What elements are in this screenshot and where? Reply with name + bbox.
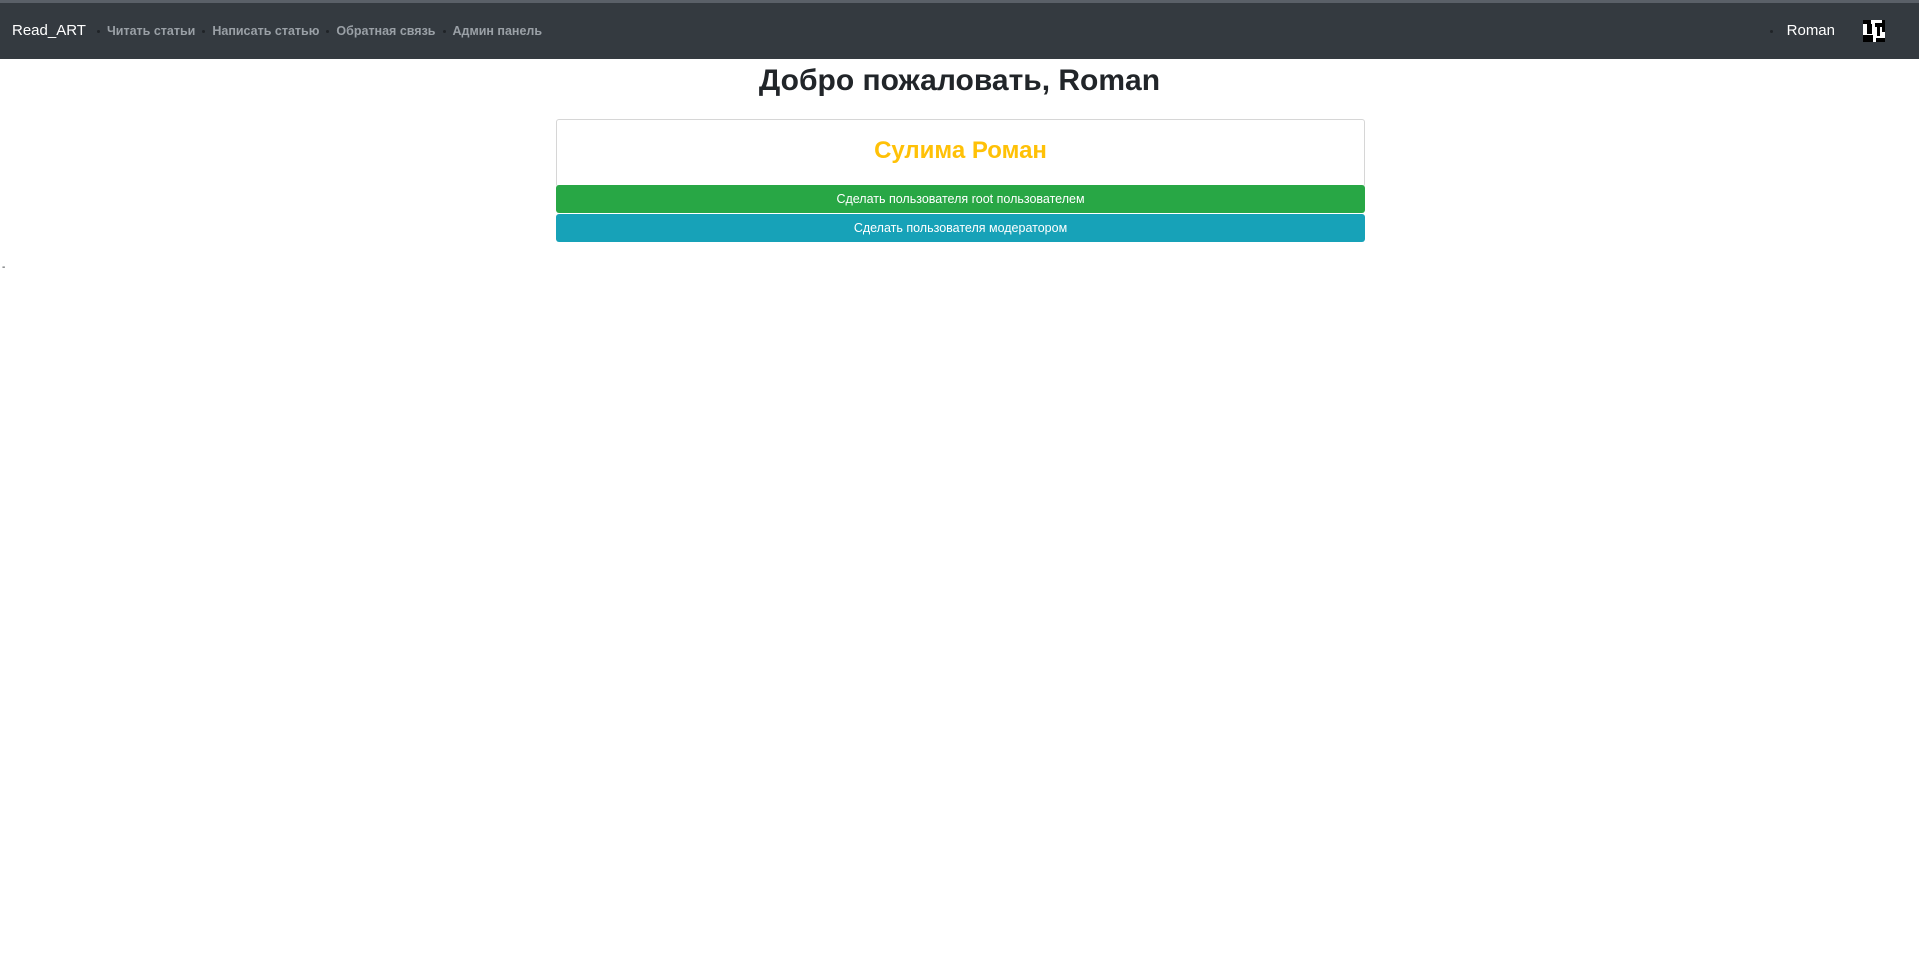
- avatar[interactable]: [1863, 20, 1885, 42]
- page-title: Добро пожаловать, Roman: [758, 64, 1161, 97]
- nav-link-feedback[interactable]: Обратная связь: [336, 23, 435, 39]
- profile-name: Сулима Роман: [874, 137, 1047, 164]
- make-moderator-button[interactable]: Сделать пользователя модератором: [556, 214, 1365, 242]
- nav-separator: [202, 29, 206, 33]
- brand-link[interactable]: Read_ART: [12, 22, 86, 40]
- nav-link-admin-panel[interactable]: Админ панель: [453, 23, 543, 39]
- nav-separator: [326, 29, 330, 33]
- user-name-link[interactable]: Roman: [1787, 21, 1835, 41]
- nav-link-read-articles[interactable]: Читать статьи: [107, 23, 195, 39]
- nav-separator: [1769, 29, 1773, 33]
- stray-mark: -: [2, 262, 6, 273]
- nav-links: Читать статьи Написать статью Обратная с…: [90, 23, 542, 39]
- top-navbar: Read_ART Читать статьи Написать статью О…: [0, 0, 1919, 59]
- nav-link-write-article[interactable]: Написать статью: [212, 23, 319, 39]
- user-menu: Roman: [1763, 20, 1885, 42]
- nav-separator: [442, 29, 446, 33]
- user-profile-card: Сулима Роман: [556, 119, 1365, 187]
- nav-separator: [97, 29, 100, 33]
- make-root-button[interactable]: Сделать пользователя root пользователем: [556, 185, 1365, 213]
